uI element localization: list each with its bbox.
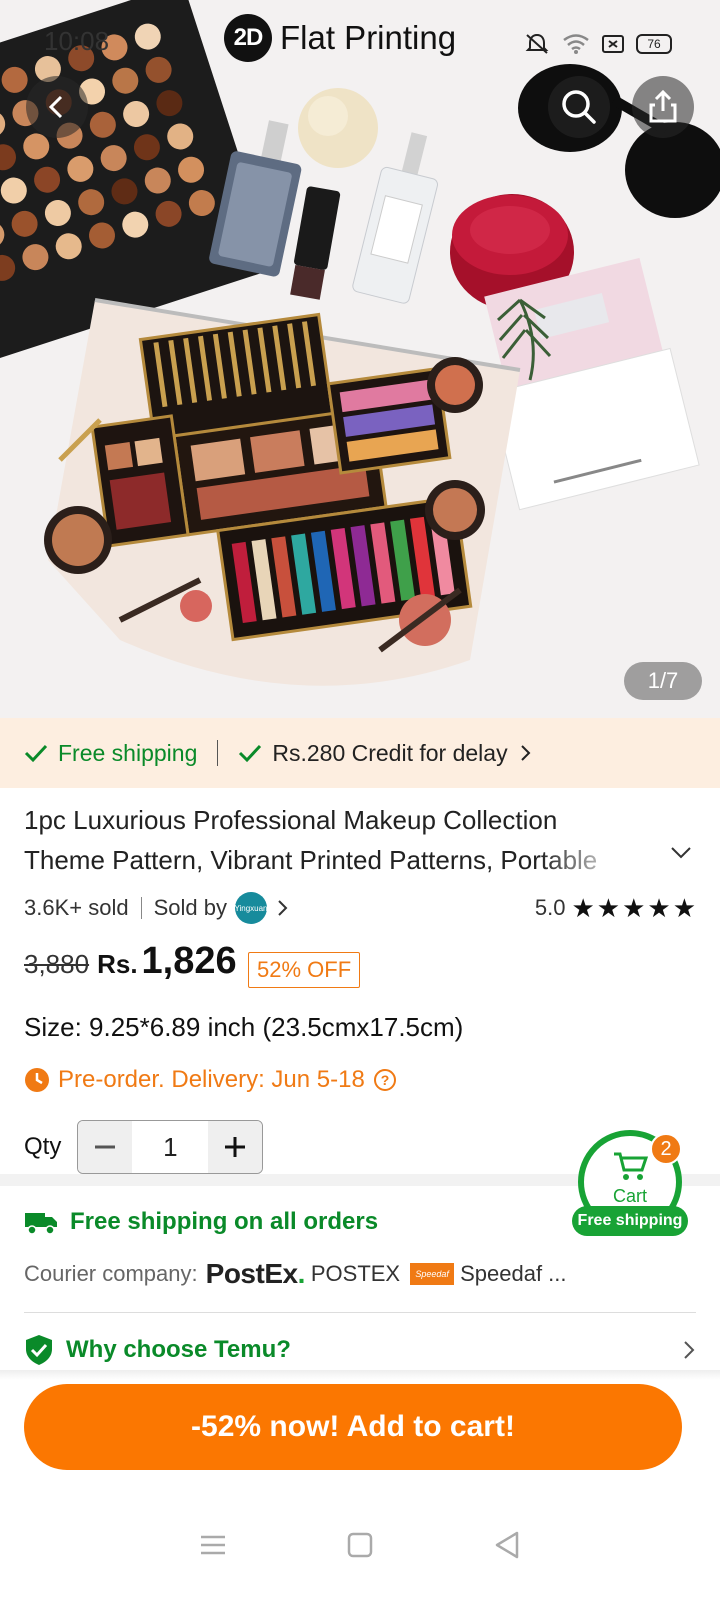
free-shipping-all-label: Free shipping on all orders bbox=[70, 1208, 379, 1235]
chevron-right-icon[interactable] bbox=[277, 898, 289, 918]
courier-label: Courier company: bbox=[24, 1261, 198, 1286]
delay-credit-link[interactable]: Rs.280 Credit for delay bbox=[238, 740, 531, 767]
qty-label: Qty bbox=[24, 1133, 62, 1160]
seller-avatar[interactable]: Yingxuan bbox=[234, 892, 268, 924]
meta-divider bbox=[140, 897, 142, 919]
section-divider bbox=[24, 1312, 696, 1313]
preorder-text: Pre-order. Delivery: Jun 5-18 bbox=[58, 1066, 365, 1093]
search-button[interactable] bbox=[548, 76, 610, 138]
cart-count-badge: 2 bbox=[650, 1133, 682, 1165]
share-icon bbox=[649, 89, 677, 123]
cart-label: Cart bbox=[612, 1186, 647, 1206]
chevron-down-icon[interactable] bbox=[670, 846, 692, 860]
menu-icon[interactable] bbox=[200, 1534, 226, 1556]
status-time: 10:08 bbox=[44, 26, 110, 56]
star-icon: ★ bbox=[672, 893, 696, 923]
cart-icon bbox=[614, 1152, 648, 1180]
brand-text: Flat Printing bbox=[280, 19, 457, 56]
currency-symbol: Rs. bbox=[97, 949, 138, 979]
shield-check-icon bbox=[26, 1335, 52, 1365]
product-photo bbox=[0, 0, 720, 686]
title-fade bbox=[540, 842, 650, 882]
star-icon: ★ bbox=[647, 893, 671, 923]
quantity-stepper: 1 bbox=[77, 1120, 264, 1174]
speedaf-logo: Speedaf bbox=[410, 1263, 455, 1285]
courier-row: Courier company: PostEx. POSTEX Speedaf … bbox=[24, 1258, 567, 1290]
back-button[interactable] bbox=[26, 76, 88, 138]
home-icon[interactable] bbox=[347, 1532, 373, 1558]
postex-name: POSTEX bbox=[310, 1261, 401, 1286]
preorder-delivery: Pre-order. Delivery: Jun 5-18 ? bbox=[24, 1066, 397, 1094]
brand-badge: 2D bbox=[224, 14, 272, 62]
back-nav-icon[interactable] bbox=[494, 1531, 520, 1559]
minus-icon bbox=[95, 1145, 116, 1149]
share-button[interactable] bbox=[632, 76, 694, 138]
banner-divider bbox=[217, 740, 219, 766]
system-nav-bar bbox=[0, 1490, 720, 1600]
check-icon bbox=[24, 744, 48, 763]
sim-icon bbox=[602, 35, 624, 53]
size-spec: Size: 9.25*6.89 inch (23.5cmx17.5cm) bbox=[24, 1012, 464, 1042]
increase-qty-button[interactable] bbox=[208, 1121, 263, 1173]
sold-count: 3.6K+ sold bbox=[24, 895, 129, 920]
wifi-icon bbox=[563, 34, 589, 54]
discount-badge: 52% OFF bbox=[248, 952, 361, 988]
delay-credit-label: Rs.280 Credit for delay bbox=[272, 739, 508, 766]
star-icon: ★ bbox=[571, 893, 595, 923]
original-price: 3,880 bbox=[24, 949, 90, 979]
battery-icon: 76 bbox=[636, 34, 672, 54]
postex-logo: PostEx. bbox=[205, 1258, 306, 1290]
free-shipping-badge: Free shipping bbox=[24, 740, 197, 767]
rating-score: 5.0 bbox=[534, 895, 566, 920]
chevron-right-icon bbox=[684, 1341, 695, 1359]
speedaf-name: Speedaf ... bbox=[460, 1261, 567, 1286]
cart-free-shipping-tag: Free shipping bbox=[572, 1206, 688, 1236]
why-choose-label: Why choose Temu? bbox=[66, 1336, 291, 1363]
svg-text:?: ? bbox=[381, 1072, 390, 1088]
postex-logo-text: PostEx bbox=[205, 1258, 298, 1289]
product-meta-row: 3.6K+ sold Sold by Yingxuan 5.0 ★ ★ ★ ★ … bbox=[24, 890, 696, 926]
brand-watermark: 2D Flat Printing bbox=[224, 14, 456, 62]
star-icon: ★ bbox=[622, 893, 646, 923]
price-row: 3,880 Rs. 1,826 bbox=[24, 940, 237, 990]
gallery-page-indicator: 1/7 bbox=[624, 662, 702, 700]
bottom-bar-shadow bbox=[0, 1370, 720, 1380]
truck-icon bbox=[25, 1213, 57, 1235]
clock-icon bbox=[25, 1068, 49, 1092]
chevron-right-icon bbox=[520, 745, 531, 761]
status-icons: 76 bbox=[524, 32, 672, 56]
star-icon: ★ bbox=[596, 893, 621, 923]
sold-by-label: Sold by bbox=[153, 895, 227, 920]
check-icon bbox=[239, 744, 262, 763]
product-image-gallery[interactable]: 10:08 2D Flat Printing 76 1/7 bbox=[0, 0, 720, 718]
shipping-banner[interactable]: Free shipping Rs.280 Credit for delay bbox=[0, 718, 720, 788]
search-icon bbox=[562, 90, 596, 124]
chevron-left-icon bbox=[48, 95, 63, 119]
bell-muted-icon bbox=[525, 33, 549, 54]
free-shipping-label: Free shipping bbox=[58, 739, 198, 766]
decrease-qty-button[interactable] bbox=[78, 1121, 133, 1173]
sale-price: 1,826 bbox=[141, 940, 237, 982]
free-shipping-all-orders: Free shipping on all orders bbox=[24, 1208, 378, 1236]
qty-value[interactable]: 1 bbox=[132, 1121, 208, 1173]
quantity-row: Qty 1 bbox=[24, 1120, 264, 1174]
status-bar: 10:08 2D Flat Printing 76 bbox=[0, 0, 720, 80]
postex-logo-dot: . bbox=[297, 1258, 306, 1289]
rating[interactable]: 5.0 ★ ★ ★ ★ ★ bbox=[535, 895, 696, 921]
add-to-cart-button[interactable]: -52% now! Add to cart! bbox=[24, 1384, 682, 1470]
help-icon[interactable]: ? bbox=[373, 1068, 397, 1092]
why-choose-temu-row[interactable]: Why choose Temu? bbox=[24, 1332, 696, 1368]
plus-icon bbox=[225, 1137, 246, 1157]
